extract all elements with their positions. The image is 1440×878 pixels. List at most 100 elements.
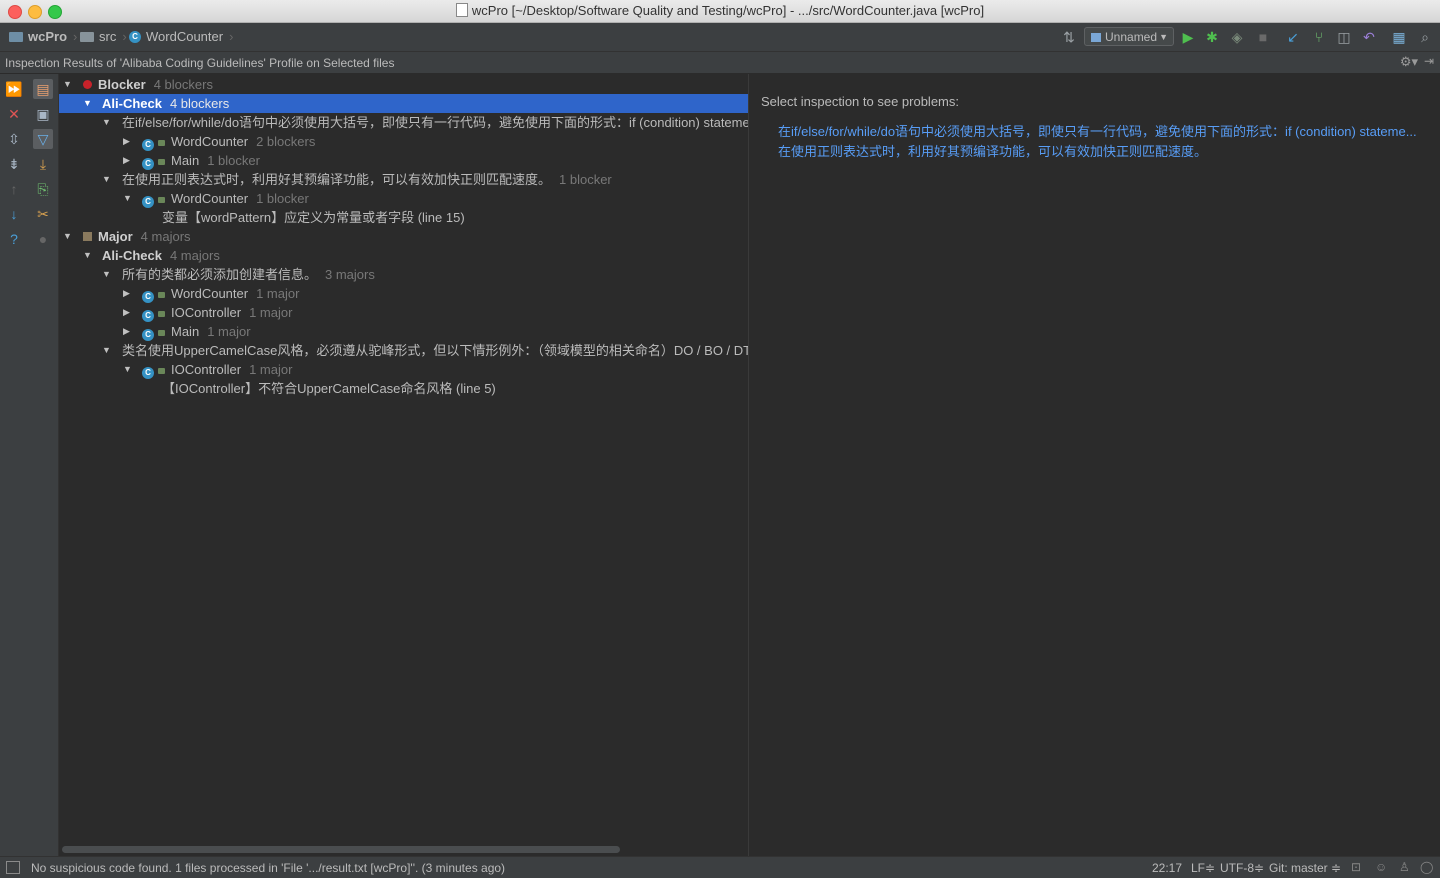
tree-node-rule-camelcase[interactable]: ▼ 类名使用UpperCamelCase风格，必须遵从驼峰形式，但以下情形例外：… — [59, 341, 748, 360]
lock-icon — [158, 311, 165, 317]
line-separator[interactable]: LF≑ — [1191, 861, 1215, 875]
lock-icon — [158, 330, 165, 336]
breadcrumb-project[interactable]: wcPro › — [9, 29, 77, 44]
tree-node-file[interactable]: ▶ C Main 1 major — [59, 322, 748, 341]
previous-problem-icon[interactable]: ↑ — [4, 179, 24, 199]
next-problem-icon[interactable]: ↓ — [4, 204, 24, 224]
group-by-directory-icon[interactable]: ▣ — [33, 104, 53, 124]
inspection-toolbar: ⏩ ▤ ✕ ▣ ⇳ ▽ ⇟ ⤓ ↑ ⎘ ↓ ✂ ? ● — [0, 74, 59, 856]
file-encoding[interactable]: UTF-8≑ — [1220, 861, 1264, 875]
export-icon[interactable]: ⤓ — [33, 154, 53, 174]
coverage-icon[interactable]: ◈ — [1228, 28, 1246, 46]
lock-icon — [158, 159, 165, 165]
edit-settings-icon[interactable]: ⎘ — [33, 179, 53, 199]
lock-icon — [158, 140, 165, 146]
horizontal-scrollbar[interactable] — [62, 846, 620, 853]
vcs-history-icon[interactable]: ◫ — [1335, 28, 1353, 46]
collapse-all-icon[interactable]: ⇟ — [4, 154, 24, 174]
tree-node-file[interactable]: ▶ C WordCounter 1 major — [59, 284, 748, 303]
event-log-icon[interactable]: ◯ — [1420, 860, 1433, 874]
run-icon[interactable]: ▶ — [1179, 28, 1197, 46]
vcs-branch[interactable]: Git: master ≑ — [1269, 861, 1341, 875]
revert-icon[interactable]: ↶ — [1360, 28, 1378, 46]
settings-gear-icon[interactable]: ⚙▾ — [1400, 54, 1418, 70]
class-icon: C — [129, 30, 141, 43]
lock-icon — [158, 292, 165, 298]
expanded-arrow-icon: ▼ — [63, 79, 72, 89]
tree-node-major[interactable]: ▼ Major 4 majors — [59, 227, 748, 246]
details-link-regex[interactable]: 在使用正则表达式时，利用好其预编译功能，可以有效加快正则匹配速度。 — [778, 141, 1207, 160]
filter-icon[interactable]: ▽ — [33, 129, 53, 149]
details-link-braces[interactable]: 在if/else/for/while/do语句中必须使用大括号，即使只有一行代码… — [778, 121, 1417, 140]
help-icon[interactable]: ? — [4, 229, 24, 249]
inspection-details-pane: Select inspection to see problems: 在if/e… — [749, 74, 1440, 856]
hide-panel-icon[interactable]: ⇥ — [1424, 54, 1434, 68]
blocker-severity-icon — [83, 80, 92, 89]
android-icon[interactable]: ♙ — [1399, 860, 1410, 874]
close-inspection-icon[interactable]: ✕ — [4, 104, 24, 124]
inspection-results-tree: ▼ Blocker 4 blockers ▼ Ali-Check 4 blocker… — [59, 74, 748, 856]
lock-icon — [158, 197, 165, 203]
expanded-arrow-icon: ▼ — [102, 269, 111, 279]
configuration-icon — [1091, 33, 1101, 42]
tree-node-file[interactable]: ▶ C WordCounter 2 blockers — [59, 132, 748, 151]
tree-node-file[interactable]: ▶ C Main 1 blocker — [59, 151, 748, 170]
class-icon: C — [142, 158, 154, 170]
build-icon[interactable]: ⇅ — [1060, 28, 1078, 46]
project-folder-icon — [9, 31, 23, 42]
details-title: Select inspection to see problems: — [761, 94, 959, 109]
caret-position[interactable]: 22:17 — [1152, 861, 1182, 875]
tree-node-problem[interactable]: 【IOController】不符合UpperCamelCase命名风格 (lin… — [59, 379, 748, 398]
expanded-arrow-icon: ▼ — [123, 364, 132, 374]
inspection-panel-header: Inspection Results of 'Alibaba Coding Gu… — [0, 52, 1440, 74]
collapsed-arrow-icon: ▶ — [123, 326, 130, 336]
folder-icon — [80, 31, 94, 42]
tree-node-file[interactable]: ▼ C IOController 1 major — [59, 360, 748, 379]
class-icon: C — [142, 196, 154, 208]
class-icon: C — [142, 367, 154, 379]
lock-icon — [158, 368, 165, 374]
tree-node-blocker[interactable]: ▼ Blocker 4 blockers — [59, 75, 748, 94]
lock-icon[interactable]: ⊡ — [1351, 860, 1361, 874]
vcs-update-icon[interactable]: ↙ — [1284, 28, 1302, 46]
lightbulb-icon[interactable]: ● — [33, 229, 53, 249]
breadcrumb-file[interactable]: C WordCounter › — [129, 29, 233, 44]
tree-node-file[interactable]: ▼ C WordCounter 1 blocker — [59, 189, 748, 208]
tree-node-ali-check-major[interactable]: ▼ Ali-Check 4 majors — [59, 246, 748, 265]
status-message: No suspicious code found. 1 files proces… — [31, 861, 506, 875]
expanded-arrow-icon: ▼ — [83, 250, 92, 260]
tree-node-rule-braces[interactable]: ▼ 在if/else/for/while/do语句中必须使用大括号，即使只有一行… — [59, 113, 748, 132]
expanded-arrow-icon: ▼ — [102, 174, 111, 184]
class-icon: C — [142, 329, 154, 341]
tree-node-ali-check-blocker[interactable]: ▼ Ali-Check 4 blockers — [59, 94, 748, 113]
tree-node-rule-author[interactable]: ▼ 所有的类都必须添加创建者信息。 3 majors — [59, 265, 748, 284]
collapsed-arrow-icon: ▶ — [123, 288, 130, 298]
tree-node-problem[interactable]: 变量【wordPattern】应定义为常量或者字段 (line 15) — [59, 208, 748, 227]
collapsed-arrow-icon: ▶ — [123, 136, 130, 146]
class-icon: C — [142, 310, 154, 322]
inspection-panel-title: Inspection Results of 'Alibaba Coding Gu… — [5, 56, 395, 70]
group-by-severity-icon[interactable]: ▤ — [33, 79, 53, 99]
window-titlebar: wcPro [~/Desktop/Software Quality and Te… — [0, 0, 1440, 23]
stop-icon[interactable]: ■ — [1254, 28, 1272, 46]
search-everywhere-icon[interactable]: ⌕ — [1416, 28, 1434, 46]
toggle-tool-windows-icon[interactable] — [6, 861, 20, 874]
tree-node-rule-regex[interactable]: ▼ 在使用正则表达式时，利用好其预编译功能，可以有效加快正则匹配速度。 1 blo… — [59, 170, 748, 189]
quick-fix-icon[interactable]: ✂ — [33, 204, 53, 224]
status-bar: No suspicious code found. 1 files proces… — [0, 856, 1440, 878]
inspector-icon[interactable]: ☺ — [1375, 860, 1387, 874]
collapsed-arrow-icon: ▶ — [123, 155, 130, 165]
collapsed-arrow-icon: ▶ — [123, 307, 130, 317]
run-configuration-select[interactable]: Unnamed ▼ — [1084, 27, 1174, 46]
tree-node-file[interactable]: ▶ C IOController 1 major — [59, 303, 748, 322]
breadcrumb-folder[interactable]: src › — [80, 29, 127, 44]
rerun-inspection-icon[interactable]: ⏩ — [4, 79, 24, 99]
expand-all-icon[interactable]: ⇳ — [4, 129, 24, 149]
expanded-arrow-icon: ▼ — [83, 98, 92, 108]
project-structure-icon[interactable]: ▦ — [1390, 28, 1408, 46]
debug-icon[interactable]: ✱ — [1203, 28, 1221, 46]
vcs-commit-icon[interactable]: ⑂ — [1310, 28, 1328, 46]
expanded-arrow-icon: ▼ — [102, 345, 111, 355]
class-icon: C — [142, 291, 154, 303]
expanded-arrow-icon: ▼ — [63, 231, 72, 241]
